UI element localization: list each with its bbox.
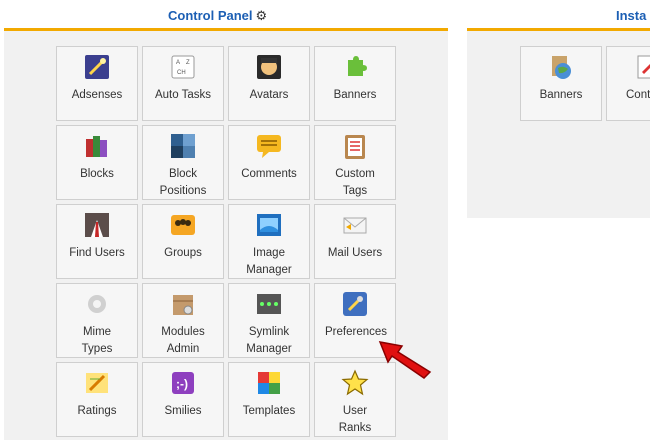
user-suit-icon: [85, 213, 109, 237]
svg-text:A: A: [176, 60, 180, 66]
control-panel-tile[interactable]: Banners: [314, 46, 396, 121]
control-panel-tile[interactable]: Groups: [142, 204, 224, 279]
control-panel-title: Control Panel ⚙: [168, 8, 267, 24]
image-icon: [257, 214, 281, 236]
installed-tile-label: Banners: [539, 89, 583, 101]
control-panel-tile[interactable]: A Z CH Auto Tasks: [142, 46, 224, 121]
control-panel-tile[interactable]: Blocks: [56, 125, 138, 200]
control-panel-tile[interactable]: Adsenses: [56, 46, 138, 121]
control-panel-tile[interactable]: Mime Types: [56, 283, 138, 358]
tile-label: User Ranks: [338, 405, 372, 434]
tile-label: Modules Admin: [161, 326, 205, 355]
control-panel-tile[interactable]: Image Manager: [228, 204, 310, 279]
color-palette-icon: [258, 372, 280, 394]
control-panel-tile[interactable]: Ratings: [56, 362, 138, 437]
tile-label: Groups: [164, 247, 202, 259]
svg-text:CH: CH: [177, 70, 186, 76]
control-panel-tile[interactable]: Symlink Manager: [228, 283, 310, 358]
keyboard-icon: A ZCH: [171, 55, 195, 79]
tile-label: Ratings: [77, 405, 117, 417]
clipboard-icon: [345, 135, 365, 159]
mime-gear-icon: [88, 295, 106, 313]
banners-module-icon: [552, 56, 571, 79]
tile-label: Blocks: [80, 168, 114, 180]
control-panel-tile[interactable]: Modules Admin: [142, 283, 224, 358]
group-icon: [171, 215, 195, 235]
control-panel-tile[interactable]: ;-) Smilies: [142, 362, 224, 437]
control-panel-tile[interactable]: Find Users: [56, 204, 138, 279]
tile-label: Find Users: [69, 247, 125, 259]
control-panel-tile[interactable]: Avatars: [228, 46, 310, 121]
puzzle-piece-icon: [348, 56, 367, 76]
tile-label: Adsenses: [71, 89, 123, 101]
tile-label: Smilies: [164, 405, 202, 417]
tile-label: Block Positions: [159, 168, 207, 197]
contact-module-icon: [637, 55, 650, 79]
avatar-icon: [257, 55, 281, 79]
symlink-icon: [257, 294, 281, 314]
control-panel-tile[interactable]: Custom Tags: [314, 125, 396, 200]
tile-label: Comments: [241, 168, 297, 180]
svg-text:Z: Z: [186, 60, 190, 66]
svg-text:;-): ;-): [176, 377, 188, 391]
installed-modules-title: Insta: [616, 8, 647, 23]
star-icon: [341, 369, 369, 396]
tile-label: Mail Users: [327, 247, 383, 259]
wrench-icon: [343, 292, 367, 316]
tile-label: Image Manager: [246, 247, 292, 276]
smiley-icon: ;-): [172, 372, 194, 394]
blocks-icon: [86, 136, 107, 157]
tile-label: Avatars: [249, 89, 289, 101]
tile-label: Symlink Manager: [246, 326, 292, 355]
block-positions-icon: [171, 134, 195, 158]
mail-icon: [343, 217, 367, 234]
gear-icon[interactable]: ⚙: [256, 8, 268, 24]
tile-label: Custom Tags: [335, 168, 375, 197]
tile-label: Auto Tasks: [154, 89, 212, 101]
tile-label: Banners: [333, 89, 377, 101]
modules-box-icon: [173, 295, 193, 315]
control-panel-title-text: Control Panel: [168, 8, 253, 23]
installed-tile-banners[interactable]: Banners: [520, 46, 602, 121]
control-panel-tile[interactable]: Mail Users: [314, 204, 396, 279]
control-panel-tile[interactable]: Comments: [228, 125, 310, 200]
installed-tile-label: Cont: [626, 89, 650, 101]
tile-label: Templates: [242, 405, 296, 417]
control-panel-tile[interactable]: Block Positions: [142, 125, 224, 200]
tile-label: Mime Types: [81, 326, 113, 355]
red-arrow-icon: [378, 341, 432, 379]
pencil-note-icon: [86, 373, 108, 393]
magic-wand-icon: [85, 55, 109, 79]
comment-bubble-icon: [257, 135, 281, 158]
control-panel-tile[interactable]: Templates: [228, 362, 310, 437]
installed-tile-contact[interactable]: Cont: [606, 46, 650, 121]
